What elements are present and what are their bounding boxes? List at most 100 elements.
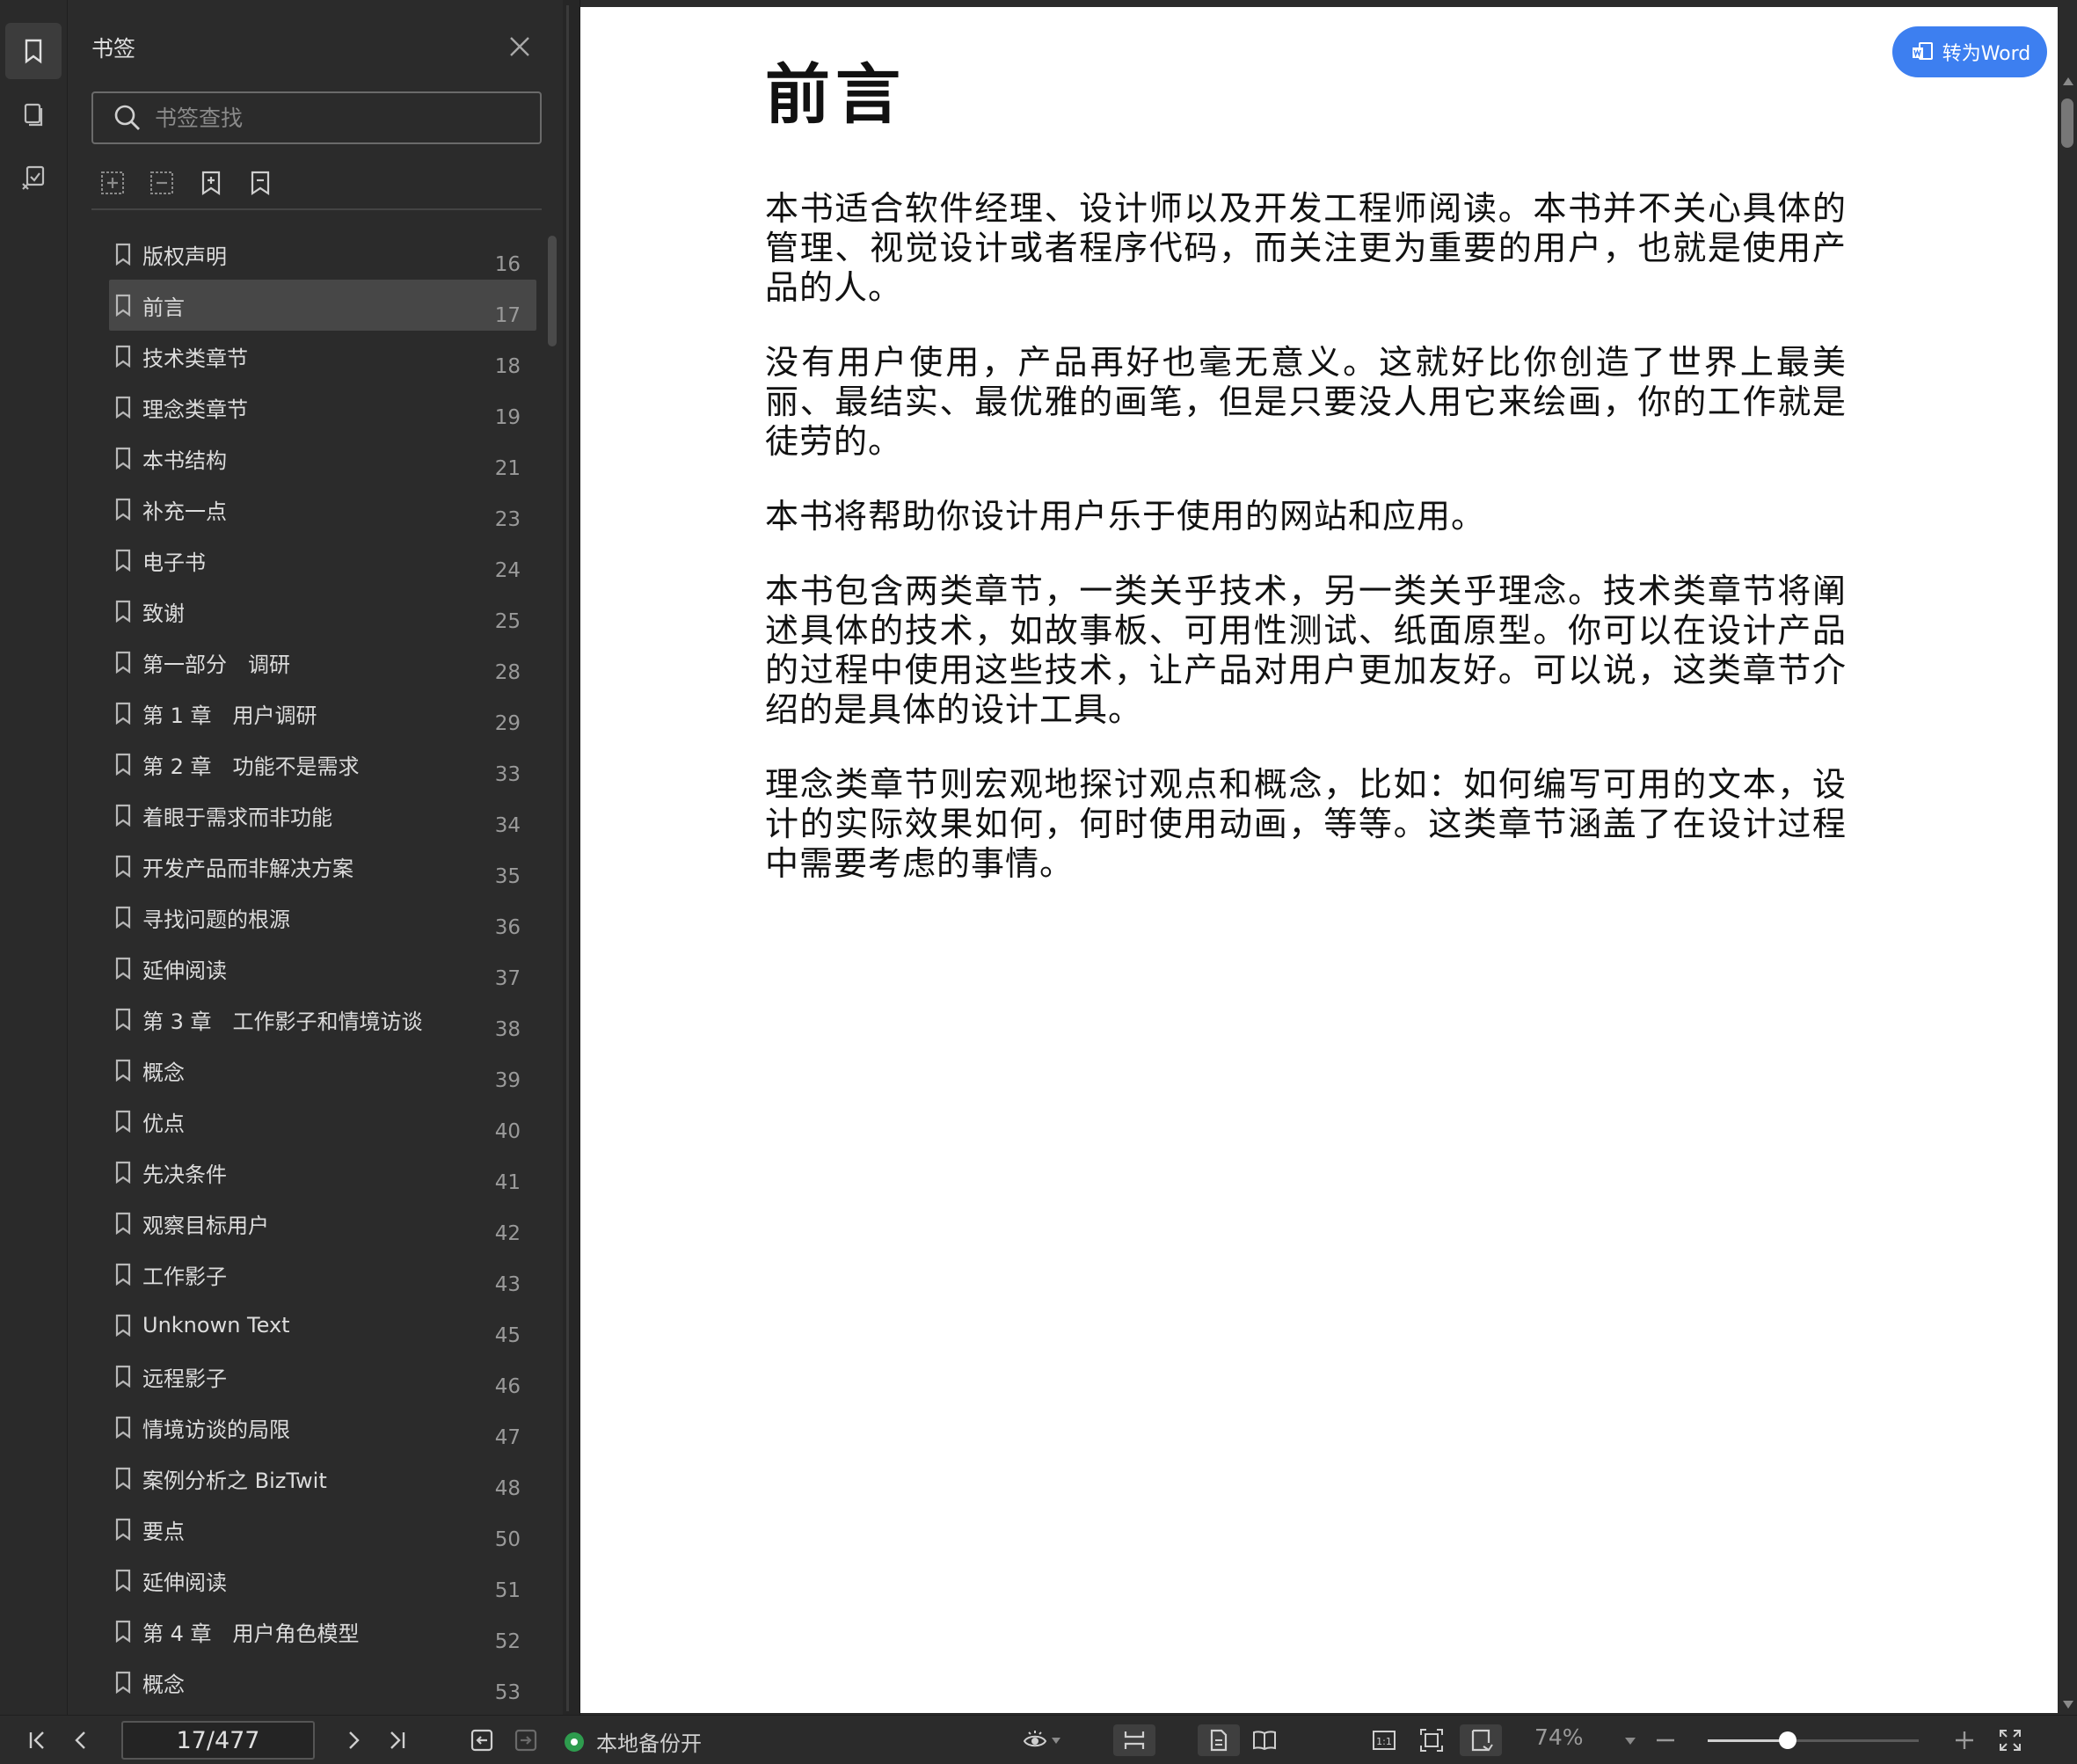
bookmark-item[interactable]: 延伸阅读 37 bbox=[109, 943, 536, 994]
annotation-icon bbox=[22, 165, 45, 190]
bookmark-item[interactable]: 开发产品而非解决方案 35 bbox=[109, 841, 536, 892]
bookmark-item[interactable]: 第 2 章 功能不是需求 33 bbox=[109, 739, 536, 790]
bookmark-page-number: 34 bbox=[494, 814, 521, 837]
expand-all-button[interactable] bbox=[98, 169, 127, 197]
last-page-button[interactable] bbox=[382, 1724, 413, 1756]
bookmark-page-number: 46 bbox=[494, 1375, 521, 1398]
bookmark-label: 理念类章节 bbox=[142, 397, 248, 422]
bookmark-item[interactable]: 第一部分 调研 28 bbox=[109, 637, 536, 688]
bookmark-page-number: 25 bbox=[494, 610, 521, 633]
add-bookmark-icon bbox=[201, 171, 221, 196]
bookmark-item[interactable]: 寻找问题的根源 36 bbox=[109, 892, 536, 943]
eye-protection-button[interactable] bbox=[1017, 1724, 1066, 1756]
bookmark-label: Unknown Text bbox=[142, 1313, 290, 1338]
bookmark-item[interactable]: 案例分析之 BizTwit 48 bbox=[109, 1453, 536, 1504]
convert-word-label: 转为Word bbox=[1942, 43, 2031, 65]
bookmark-label: 第一部分 调研 bbox=[142, 652, 290, 677]
bookmark-item[interactable]: 本书结构 21 bbox=[109, 433, 536, 484]
bookmark-item[interactable]: 电子书 24 bbox=[109, 535, 536, 586]
bookmark-panel-button[interactable] bbox=[5, 23, 62, 79]
bookmark-label: 概念 bbox=[142, 1060, 185, 1085]
bookmark-item[interactable]: 延伸阅读 51 bbox=[109, 1555, 536, 1606]
bookmark-icon bbox=[115, 600, 131, 623]
remove-bookmark-button[interactable] bbox=[246, 169, 274, 197]
bookmark-item[interactable]: 致谢 25 bbox=[109, 586, 536, 637]
fullscreen-button[interactable] bbox=[1993, 1724, 2028, 1756]
chevron-left-icon bbox=[75, 1731, 85, 1749]
back-icon bbox=[470, 1729, 493, 1752]
fit-page-button[interactable] bbox=[1414, 1724, 1449, 1756]
single-page-icon bbox=[1210, 1729, 1228, 1752]
bookmark-icon bbox=[115, 957, 131, 980]
bookmark-item[interactable]: 第 3 章 工作影子和情境访谈 38 bbox=[109, 994, 536, 1045]
bookmark-icon bbox=[115, 1110, 131, 1133]
bookmark-item[interactable]: 工作影子 43 bbox=[109, 1249, 536, 1300]
bookmark-item[interactable]: 概念 39 bbox=[109, 1045, 536, 1096]
bookmark-item[interactable]: 第 1 章 用户调研 29 bbox=[109, 688, 536, 739]
close-icon[interactable] bbox=[506, 33, 533, 60]
actual-size-button[interactable]: 1:1 bbox=[1366, 1724, 1402, 1756]
search-icon bbox=[114, 105, 140, 130]
collapse-all-button[interactable] bbox=[148, 169, 176, 197]
bookmark-icon bbox=[115, 753, 131, 776]
single-page-button[interactable] bbox=[1198, 1724, 1240, 1756]
bookmark-item[interactable]: 要点 50 bbox=[109, 1504, 536, 1555]
zoom-slider[interactable] bbox=[1708, 1731, 1919, 1749]
bookmark-page-number: 52 bbox=[494, 1630, 521, 1653]
add-bookmark-button[interactable] bbox=[197, 169, 225, 197]
bookmark-item[interactable]: 第 4 章 用户角色模型 52 bbox=[109, 1606, 536, 1657]
scroll-up-arrow[interactable] bbox=[2063, 77, 2073, 85]
bookmark-toolbar bbox=[98, 169, 274, 197]
scroll-down-arrow[interactable] bbox=[2063, 1701, 2073, 1709]
bookmark-label: 案例分析之 BizTwit bbox=[142, 1468, 327, 1493]
bookmark-item[interactable]: 着眼于需求而非功能 34 bbox=[109, 790, 536, 841]
zoom-level[interactable]: 74% bbox=[1534, 1724, 1584, 1750]
document-scrollbar[interactable] bbox=[2058, 7, 2077, 1715]
remove-bookmark-icon bbox=[251, 171, 270, 196]
bookmark-list-scrollbar[interactable] bbox=[548, 236, 557, 346]
prev-page-button[interactable] bbox=[65, 1724, 97, 1756]
scrollbar-thumb[interactable] bbox=[2061, 98, 2073, 148]
zoom-slider-thumb[interactable] bbox=[1779, 1731, 1797, 1749]
bookmark-page-number: 38 bbox=[494, 1018, 521, 1041]
bookmark-page-number: 16 bbox=[494, 253, 521, 276]
first-page-button[interactable] bbox=[21, 1724, 53, 1756]
bookmark-label: 远程影子 bbox=[142, 1366, 227, 1391]
panel-splitter[interactable] bbox=[563, 0, 580, 1715]
zoom-out-button[interactable] bbox=[1650, 1724, 1681, 1756]
bookmark-label: 技术类章节 bbox=[142, 346, 248, 371]
zoom-dropdown-icon[interactable] bbox=[1625, 1738, 1636, 1745]
bookmark-page-number: 51 bbox=[494, 1579, 521, 1602]
bookmark-item[interactable]: 版权声明 16 bbox=[109, 229, 536, 280]
zoom-in-button[interactable] bbox=[1949, 1724, 1980, 1756]
bookmark-item[interactable]: 前言 17 bbox=[109, 280, 536, 331]
bookmark-item[interactable]: Unknown Text 45 bbox=[109, 1300, 536, 1351]
two-page-button[interactable] bbox=[1245, 1724, 1284, 1756]
collapse-all-icon bbox=[150, 171, 173, 194]
page-number-input[interactable] bbox=[121, 1721, 315, 1760]
bookmark-item[interactable]: 优点 40 bbox=[109, 1096, 536, 1147]
next-page-button[interactable] bbox=[338, 1724, 369, 1756]
bookmark-item[interactable]: 理念类章节 19 bbox=[109, 382, 536, 433]
bookmark-item[interactable]: 远程影子 46 bbox=[109, 1351, 536, 1402]
continuous-scroll-button[interactable] bbox=[1113, 1724, 1155, 1756]
bookmark-item[interactable]: 观察目标用户 42 bbox=[109, 1198, 536, 1249]
back-button[interactable] bbox=[466, 1724, 498, 1756]
bookmark-item[interactable]: 补充一点 23 bbox=[109, 484, 536, 535]
bookmark-icon bbox=[115, 651, 131, 674]
last-page-icon bbox=[390, 1731, 405, 1749]
convert-to-word-button[interactable]: 转为Word bbox=[1892, 26, 2047, 77]
forward-button[interactable] bbox=[510, 1724, 542, 1756]
local-backup-status[interactable]: 本地备份开 bbox=[565, 1726, 702, 1757]
book-view-icon bbox=[1253, 1731, 1276, 1751]
bookmark-search-input[interactable] bbox=[155, 105, 506, 131]
thumbnail-panel-button[interactable] bbox=[5, 86, 62, 142]
bookmark-page-number: 39 bbox=[494, 1069, 521, 1092]
bookmark-item[interactable]: 技术类章节 18 bbox=[109, 331, 536, 382]
bookmark-item[interactable]: 先决条件 41 bbox=[109, 1147, 536, 1198]
bookmark-label: 第 4 章 用户角色模型 bbox=[142, 1621, 360, 1646]
bookmark-item[interactable]: 情境访谈的局限 47 bbox=[109, 1402, 536, 1453]
fit-width-button[interactable] bbox=[1460, 1724, 1502, 1756]
annotation-panel-button[interactable] bbox=[5, 149, 62, 206]
bookmark-item[interactable]: 概念 53 bbox=[109, 1657, 536, 1708]
